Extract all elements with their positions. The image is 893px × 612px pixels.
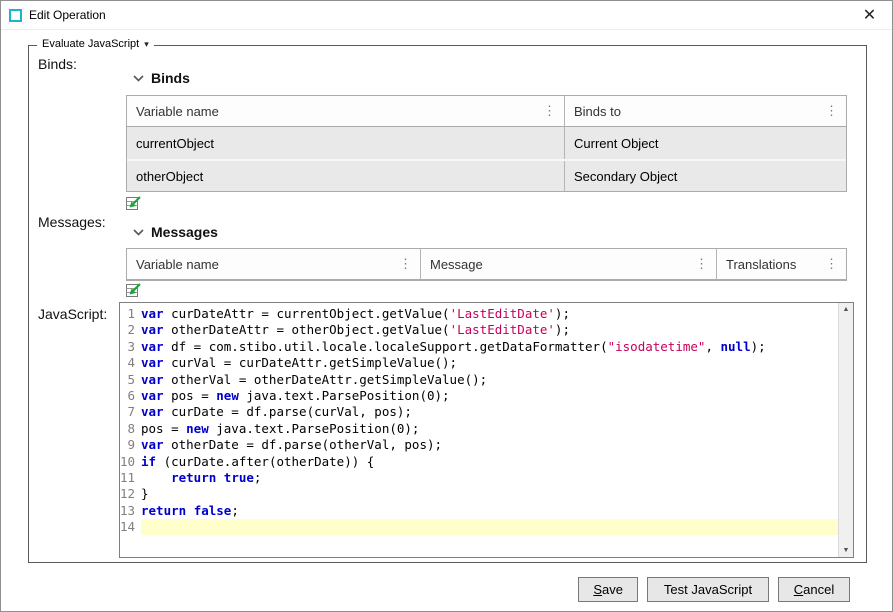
- messages-field-label: Messages:: [38, 214, 106, 230]
- operation-type-label: Evaluate JavaScript: [42, 38, 139, 50]
- line-number: 8: [120, 421, 141, 437]
- dialog-button-bar: Save Test JavaScript Cancel: [578, 577, 850, 602]
- collapse-icon[interactable]: [133, 229, 144, 236]
- add-row-icon[interactable]: [125, 194, 144, 212]
- editor-scrollbar[interactable]: ▲ ▼: [838, 303, 853, 557]
- code-line[interactable]: 10if (curDate.after(otherDate)) {: [120, 454, 838, 470]
- line-number: 3: [120, 339, 141, 355]
- line-number: 1: [120, 306, 141, 322]
- messages-section-title: Messages: [151, 224, 218, 240]
- binds-table: Variable name ⋮ Binds to ⋮ currentObject…: [126, 95, 847, 192]
- operation-type-dropdown[interactable]: Evaluate JavaScript ▾: [37, 38, 154, 50]
- column-header-translations[interactable]: Translations ⋮: [717, 249, 846, 279]
- close-button[interactable]: ✕: [847, 1, 892, 29]
- cancel-button[interactable]: Cancel: [778, 577, 850, 602]
- messages-table: Variable name ⋮ Message ⋮ Translations ⋮: [126, 248, 847, 281]
- code-line[interactable]: 7var curDate = df.parse(curVal, pos);: [120, 404, 838, 420]
- column-menu-icon[interactable]: ⋮: [693, 256, 710, 272]
- cell-binds-to[interactable]: Current Object: [565, 127, 846, 159]
- binds-section-title: Binds: [151, 70, 190, 86]
- code-line[interactable]: 4var curVal = curDateAttr.getSimpleValue…: [120, 355, 838, 371]
- operation-group: Evaluate JavaScript ▾ Binds: Binds Varia…: [28, 45, 867, 563]
- column-menu-icon[interactable]: ⋮: [823, 256, 840, 272]
- dropdown-arrow-icon: ▾: [144, 39, 149, 50]
- line-number: 9: [120, 437, 141, 453]
- line-number: 11: [120, 470, 141, 486]
- close-icon: ✕: [863, 5, 876, 25]
- code-line[interactable]: 11 return true;: [120, 470, 838, 486]
- column-menu-icon[interactable]: ⋮: [823, 103, 840, 119]
- line-number: 2: [120, 322, 141, 338]
- test-javascript-button[interactable]: Test JavaScript: [647, 577, 769, 602]
- line-number: 4: [120, 355, 141, 371]
- code-line[interactable]: 12}: [120, 486, 838, 502]
- cell-variable-name[interactable]: currentObject: [127, 127, 565, 159]
- line-number: 6: [120, 388, 141, 404]
- save-button[interactable]: Save: [578, 577, 638, 602]
- title-bar: Edit Operation ✕: [1, 1, 892, 30]
- code-line[interactable]: 8pos = new java.text.ParsePosition(0);: [120, 421, 838, 437]
- code-line[interactable]: 1var curDateAttr = currentObject.getValu…: [120, 306, 838, 322]
- line-number: 12: [120, 486, 141, 502]
- add-row-icon[interactable]: [125, 281, 144, 299]
- binds-section-header[interactable]: Binds: [133, 70, 190, 86]
- table-header-row: Variable name ⋮ Message ⋮ Translations ⋮: [127, 249, 846, 280]
- collapse-icon[interactable]: [133, 75, 144, 82]
- code-line[interactable]: 14: [120, 519, 838, 535]
- code-line[interactable]: 6var pos = new java.text.ParsePosition(0…: [120, 388, 838, 404]
- cell-binds-to[interactable]: Secondary Object: [565, 161, 846, 191]
- table-row[interactable]: otherObject Secondary Object: [127, 159, 846, 191]
- table-row[interactable]: currentObject Current Object: [127, 127, 846, 159]
- column-header-variable-name[interactable]: Variable name ⋮: [127, 96, 565, 126]
- code-line[interactable]: 2var otherDateAttr = otherObject.getValu…: [120, 322, 838, 338]
- code-line[interactable]: 13return false;: [120, 503, 838, 519]
- line-number: 14: [120, 519, 141, 535]
- messages-section-header[interactable]: Messages: [133, 224, 218, 240]
- line-number: 7: [120, 404, 141, 420]
- code-line[interactable]: 5var otherVal = otherDateAttr.getSimpleV…: [120, 372, 838, 388]
- column-menu-icon[interactable]: ⋮: [397, 256, 414, 272]
- column-menu-icon[interactable]: ⋮: [541, 103, 558, 119]
- line-number: 10: [120, 454, 141, 470]
- column-header-message[interactable]: Message ⋮: [421, 249, 717, 279]
- scroll-up-icon[interactable]: ▲: [843, 303, 850, 316]
- binds-field-label: Binds:: [38, 56, 77, 72]
- code-line[interactable]: 3var df = com.stibo.util.locale.localeSu…: [120, 339, 838, 355]
- window-title: Edit Operation: [29, 8, 106, 22]
- scroll-down-icon[interactable]: ▼: [843, 544, 850, 557]
- line-number: 13: [120, 503, 141, 519]
- javascript-field-label: JavaScript:: [38, 306, 107, 322]
- window-icon: [9, 9, 22, 22]
- javascript-editor[interactable]: 1var curDateAttr = currentObject.getValu…: [119, 302, 854, 558]
- code-line[interactable]: 9var otherDate = df.parse(otherVal, pos)…: [120, 437, 838, 453]
- column-header-variable-name[interactable]: Variable name ⋮: [127, 249, 421, 279]
- line-number: 5: [120, 372, 141, 388]
- cell-variable-name[interactable]: otherObject: [127, 161, 565, 191]
- table-header-row: Variable name ⋮ Binds to ⋮: [127, 96, 846, 127]
- column-header-binds-to[interactable]: Binds to ⋮: [565, 96, 846, 126]
- code-lines[interactable]: 1var curDateAttr = currentObject.getValu…: [120, 303, 838, 557]
